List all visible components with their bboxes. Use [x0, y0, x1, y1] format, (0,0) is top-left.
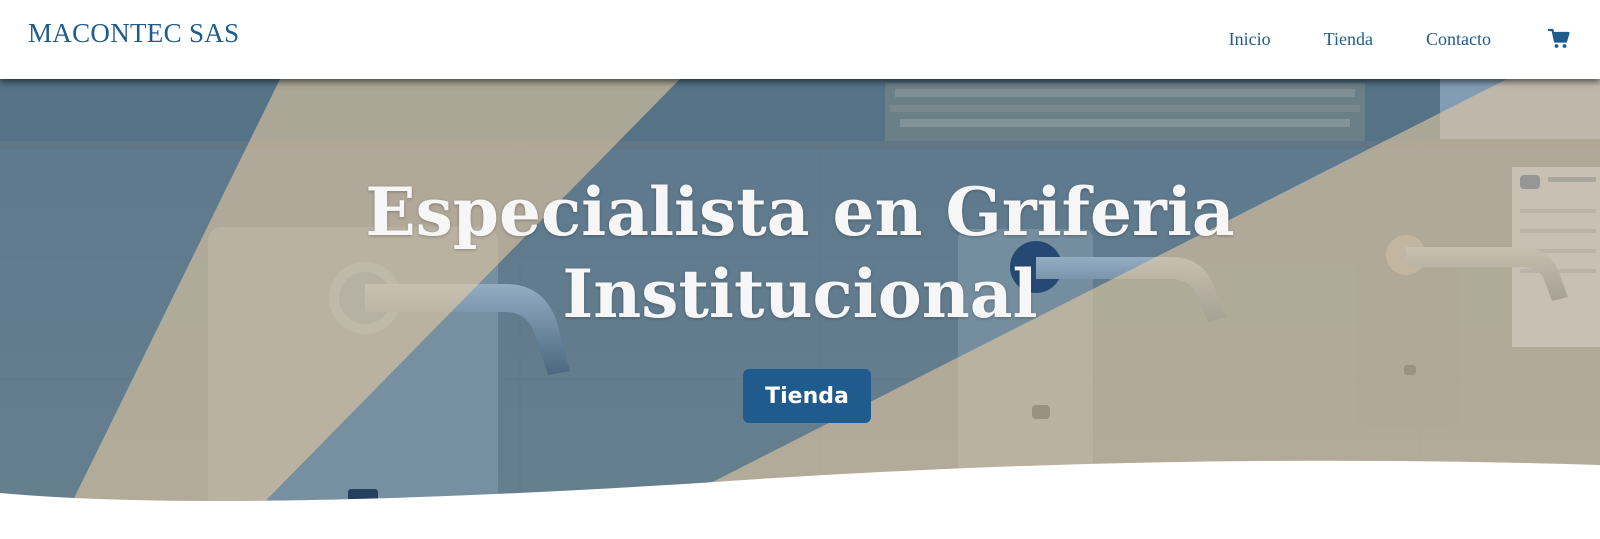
main-nav: Inicio Tienda Contacto	[1229, 24, 1600, 54]
hero-title: Especialista en Griferia Institucional	[0, 171, 1600, 335]
nav-link-inicio[interactable]: Inicio	[1229, 29, 1271, 50]
hero-title-line-2: Institucional	[562, 255, 1038, 333]
hero-banner: Especialista en Griferia Institucional T…	[0, 79, 1600, 539]
nav-link-tienda[interactable]: Tienda	[1324, 29, 1373, 50]
shop-button[interactable]: Tienda	[743, 369, 871, 423]
nav-link-contacto[interactable]: Contacto	[1426, 29, 1491, 50]
site-logo[interactable]: MACONTEC SAS	[28, 18, 239, 49]
top-navbar: MACONTEC SAS Inicio Tienda Contacto	[0, 0, 1600, 79]
shopping-cart-icon[interactable]	[1547, 28, 1570, 50]
hero-title-line-1: Especialista en Griferia	[365, 173, 1235, 251]
